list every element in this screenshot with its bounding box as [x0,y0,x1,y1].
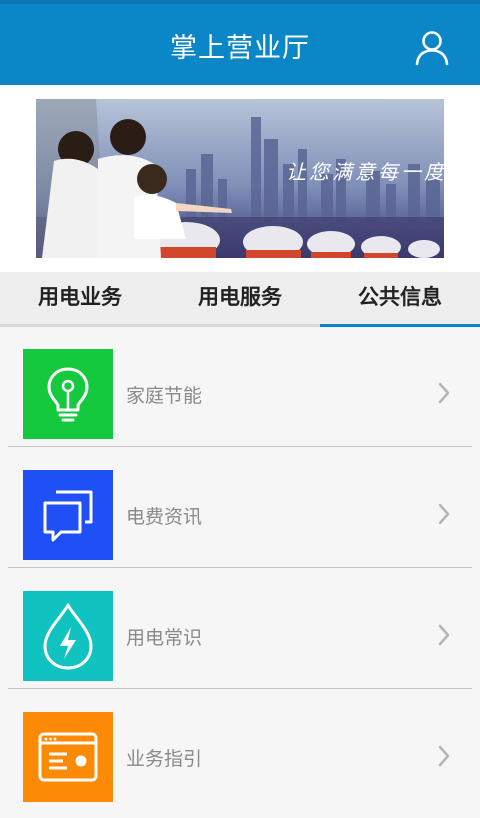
tab-bar: 用电业务 用电服务 公共信息 [0,272,480,327]
list-item-label: 电费资讯 [126,506,203,528]
lightbulb-icon [47,367,89,422]
tile-electricity-knowledge [23,591,113,681]
lightning-drop-icon [43,603,93,670]
user-icon[interactable] [412,28,452,68]
list-item-electricity-fee-news[interactable]: 电费资讯 [8,448,472,568]
tile-home-energy-saving [23,349,113,439]
tile-business-guide [23,712,113,802]
list-item-label: 用电常识 [126,627,203,649]
tab-electricity-service[interactable]: 用电服务 [160,272,320,324]
divider [8,446,472,447]
browser-window-icon [38,732,98,782]
menu-list: 家庭节能 电费资讯 用电常识 业务指引 [0,327,480,818]
chat-bubbles-icon [43,490,93,542]
promo-banner[interactable]: 让您满意每一度 [36,99,444,258]
list-item-label: 家庭节能 [126,385,203,407]
page-title: 掌上营业厅 [170,33,310,64]
banner-image: 让您满意每一度 [36,99,444,258]
chevron-right-icon [438,382,450,404]
list-item-business-guide[interactable]: 业务指引 [8,690,472,810]
divider [8,688,472,689]
chevron-right-icon [438,624,450,646]
tab-public-info[interactable]: 公共信息 [320,272,480,324]
chevron-right-icon [438,745,450,767]
list-item-label: 业务指引 [126,748,203,770]
tab-electricity-business[interactable]: 用电业务 [0,272,160,324]
app-header: 掌上营业厅 [0,0,480,85]
tile-electricity-fee-news [23,470,113,560]
list-item-electricity-knowledge[interactable]: 用电常识 [8,569,472,689]
divider [8,567,472,568]
banner-slogan: 让您满意每一度 [286,160,444,184]
chevron-right-icon [438,503,450,525]
list-item-home-energy-saving[interactable]: 家庭节能 [8,327,472,447]
